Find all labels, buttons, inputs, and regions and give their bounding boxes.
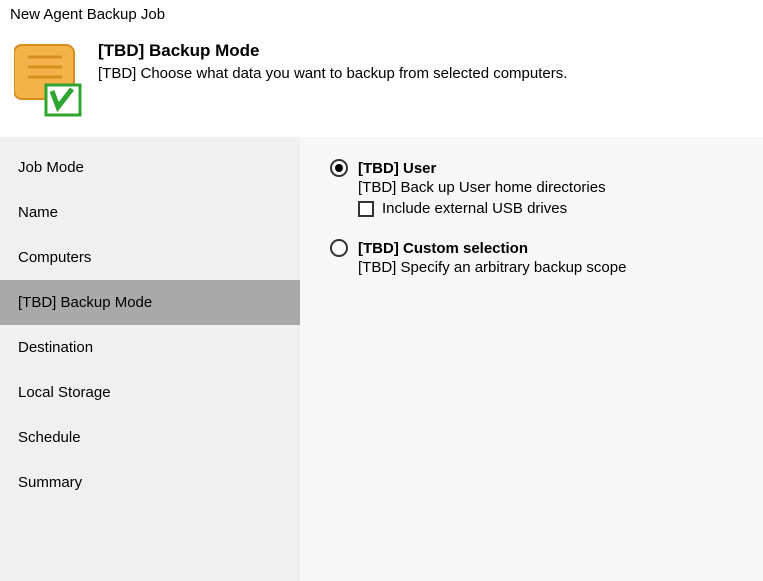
sidebar-item-label: Destination — [18, 339, 93, 356]
wizard-content: [TBD] User [TBD] Back up User home direc… — [300, 137, 763, 581]
sidebar-item-label: Name — [18, 204, 58, 221]
option-user-description: [TBD] Back up User home directories — [358, 179, 741, 196]
wizard-step-title: [TBD] Backup Mode — [98, 41, 749, 61]
sidebar-item-local-storage[interactable]: Local Storage — [0, 370, 300, 415]
radio-user-icon — [330, 159, 348, 177]
sidebar-item-label: Schedule — [18, 429, 81, 446]
checkbox-include-usb-label: Include external USB drives — [382, 200, 567, 217]
radio-custom-icon — [330, 239, 348, 257]
sidebar-item-label: Summary — [18, 474, 82, 491]
wizard-steps-sidebar: Job Mode Name Computers [TBD] Backup Mod… — [0, 137, 300, 581]
sidebar-item-name[interactable]: Name — [0, 190, 300, 235]
window-title: New Agent Backup Job — [0, 0, 763, 27]
sidebar-item-label: [TBD] Backup Mode — [18, 294, 152, 311]
option-custom: [TBD] Custom selection [TBD] Specify an … — [330, 239, 741, 276]
option-user: [TBD] User [TBD] Back up User home direc… — [330, 159, 741, 217]
wizard-header-text: [TBD] Backup Mode [TBD] Choose what data… — [98, 39, 749, 82]
sidebar-item-destination[interactable]: Destination — [0, 325, 300, 370]
checkbox-icon — [358, 201, 374, 217]
option-user-title: [TBD] User — [358, 160, 436, 177]
sidebar-item-computers[interactable]: Computers — [0, 235, 300, 280]
sidebar-item-backup-mode[interactable]: [TBD] Backup Mode — [0, 280, 300, 325]
sidebar-item-job-mode[interactable]: Job Mode — [0, 145, 300, 190]
sidebar-item-label: Computers — [18, 249, 91, 266]
wizard-header: [TBD] Backup Mode [TBD] Choose what data… — [0, 27, 763, 137]
sidebar-item-schedule[interactable]: Schedule — [0, 415, 300, 460]
wizard-body: Job Mode Name Computers [TBD] Backup Mod… — [0, 137, 763, 581]
wizard-step-description: [TBD] Choose what data you want to backu… — [98, 65, 749, 82]
wizard-window: New Agent Backup Job [TBD] Backup Mode [… — [0, 0, 763, 581]
option-custom-head[interactable]: [TBD] Custom selection — [330, 239, 741, 257]
option-custom-title: [TBD] Custom selection — [358, 240, 528, 257]
option-user-head[interactable]: [TBD] User — [330, 159, 741, 177]
sidebar-item-label: Job Mode — [18, 159, 84, 176]
backup-mode-scroll-icon — [14, 39, 84, 119]
sidebar-item-label: Local Storage — [18, 384, 111, 401]
checkbox-include-usb[interactable]: Include external USB drives — [358, 200, 741, 217]
option-custom-description: [TBD] Specify an arbitrary backup scope — [358, 259, 741, 276]
sidebar-item-summary[interactable]: Summary — [0, 460, 300, 505]
